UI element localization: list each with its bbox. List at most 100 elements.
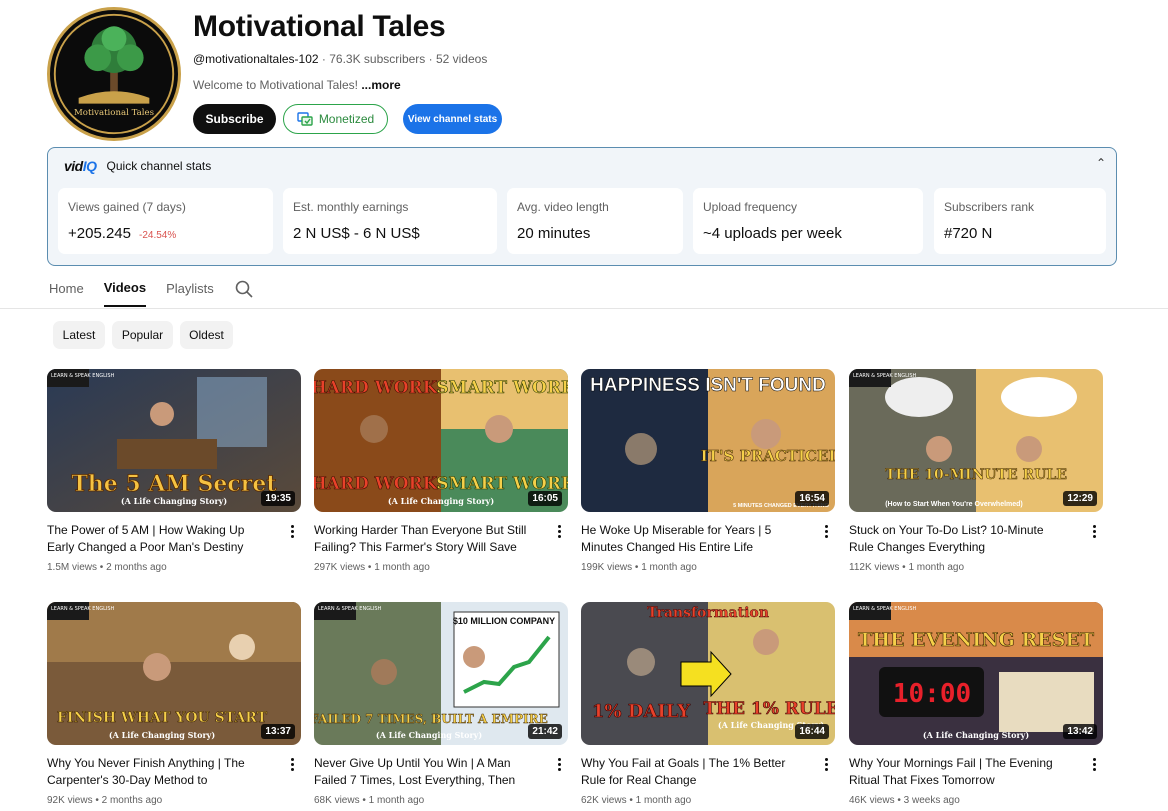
svg-text:(A Life Changing Story): (A Life Changing Story) [923,730,1029,740]
monetized-button[interactable]: Monetized [283,104,388,134]
more-options-icon[interactable] [819,755,833,773]
vidiq-title: Quick channel stats [106,159,212,173]
tab-home[interactable]: Home [49,281,84,306]
video-card[interactable]: HAPPINESS ISN'T FOUND IT'S PRACTICED 5 M… [581,369,835,573]
video-title[interactable]: Why You Never Finish Anything | The Carp… [47,755,269,789]
video-title[interactable]: Stuck on Your To-Do List? 10-Minute Rule… [849,522,1071,556]
stat-card-avg-video-length: Avg. video length 20 minutes [507,188,683,254]
svg-text:(A Life Changing Story): (A Life Changing Story) [121,496,227,506]
video-duration: 13:37 [261,724,295,739]
svg-text:THE 10-MINUTE RULE: THE 10-MINUTE RULE [885,467,1067,483]
video-thumbnail[interactable]: LEARN & SPEAK ENGLISH THE 10-MINUTE RULE… [849,369,1103,512]
description-text: Welcome to Motivational Tales! [193,78,362,92]
video-title[interactable]: The Power of 5 AM | How Waking Up Early … [47,522,269,556]
video-thumbnail[interactable]: Transformation 1% DAILY THE 1% RULE (A L… [581,602,835,745]
video-thumbnail[interactable]: HAPPINESS ISN'T FOUND IT'S PRACTICED 5 M… [581,369,835,512]
video-duration: 16:05 [528,491,562,506]
more-options-icon[interactable] [285,755,299,773]
svg-text:FAILED 7 TIMES, BUILT A EMPIRE: FAILED 7 TIMES, BUILT A EMPIRE [314,712,548,726]
vidiq-header[interactable]: vidIQ Quick channel stats [64,158,211,174]
more-options-icon[interactable] [1087,522,1101,540]
chip-popular[interactable]: Popular [112,321,173,349]
stat-value: +205.245 -24.54% [68,225,177,242]
svg-text:HARD WORK: HARD WORK [314,378,439,398]
svg-text:(A Life Changing Story): (A Life Changing Story) [388,496,494,506]
video-card[interactable]: LEARN & SPEAK ENGLISH FINISH WHAT YOU ST… [47,602,301,806]
stat-card-monthly-earnings: Est. monthly earnings 2 N US$ - 6 N US$ [283,188,497,254]
svg-text:(A Life Changing Story): (A Life Changing Story) [109,730,215,740]
video-thumbnail[interactable]: 10:00 LEARN & SPEAK ENGLISH THE EVENING … [849,602,1103,745]
video-thumbnail[interactable]: LEARN & SPEAK ENGLISH The 5 AM Secret (A… [47,369,301,512]
video-card[interactable]: LEARN & SPEAK ENGLISH THE 10-MINUTE RULE… [849,369,1103,573]
vidiq-quick-stats-panel: vidIQ Quick channel stats ⌃ Views gained… [47,147,1117,266]
channel-name: Motivational Tales [193,10,446,43]
svg-text:10:00: 10:00 [893,679,971,709]
tab-videos[interactable]: Videos [103,280,147,307]
video-meta: 297K views • 1 month ago [314,562,430,573]
video-meta: 92K views • 2 months ago [47,795,163,806]
video-title[interactable]: Why You Fail at Goals | The 1% Better Ru… [581,755,803,789]
more-options-icon[interactable] [1087,755,1101,773]
stat-label: Views gained (7 days) [68,200,186,214]
svg-text:LEARN & SPEAK ENGLISH: LEARN & SPEAK ENGLISH [853,606,917,612]
tabs-divider [0,308,1168,309]
video-duration: 16:44 [795,724,829,739]
more-options-icon[interactable] [819,522,833,540]
video-thumbnail[interactable]: LEARN & SPEAK ENGLISH $10 MILLION COMPAN… [314,602,568,745]
stat-label: Est. monthly earnings [293,200,409,214]
channel-description[interactable]: Welcome to Motivational Tales! ...more [193,78,401,92]
search-icon[interactable] [234,279,254,299]
stat-label: Subscribers rank [944,200,1035,214]
video-meta: 68K views • 1 month ago [314,795,425,806]
channel-stats-text: · 76.3K subscribers · 52 videos [318,52,488,66]
video-meta: 112K views • 1 month ago [849,562,965,573]
more-options-icon[interactable] [285,522,299,540]
video-card[interactable]: LEARN & SPEAK ENGLISH $10 MILLION COMPAN… [314,602,568,806]
stat-card-upload-frequency: Upload frequency ~4 uploads per week [693,188,923,254]
svg-text:LEARN & SPEAK ENGLISH: LEARN & SPEAK ENGLISH [51,606,115,612]
view-channel-stats-button[interactable]: View channel stats [403,104,502,134]
channel-tabs: Home Videos Playlists [49,280,254,307]
tab-playlists[interactable]: Playlists [166,281,214,306]
collapse-chevron-icon[interactable]: ⌃ [1096,156,1106,170]
stat-value: #720 N [944,225,993,242]
video-title[interactable]: He Woke Up Miserable for Years | 5 Minut… [581,522,803,556]
video-title[interactable]: Working Harder Than Everyone But Still F… [314,522,536,556]
svg-text:1% DAILY: 1% DAILY [592,701,691,722]
video-duration: 21:42 [528,724,562,739]
svg-text:LEARN & SPEAK ENGLISH: LEARN & SPEAK ENGLISH [318,606,382,612]
video-duration: 12:29 [1063,491,1097,506]
svg-text:LEARN & SPEAK ENGLISH: LEARN & SPEAK ENGLISH [853,373,917,379]
svg-text:LEARN & SPEAK ENGLISH: LEARN & SPEAK ENGLISH [51,373,115,379]
chip-oldest[interactable]: Oldest [180,321,233,349]
svg-text:The 5 AM Secret: The 5 AM Secret [71,471,277,497]
more-options-icon[interactable] [552,522,566,540]
channel-avatar[interactable]: Motivational Tales [47,7,181,141]
stat-value: 2 N US$ - 6 N US$ [293,225,420,242]
video-thumbnail[interactable]: LEARN & SPEAK ENGLISH FINISH WHAT YOU ST… [47,602,301,745]
video-card[interactable]: 10:00 LEARN & SPEAK ENGLISH THE EVENING … [849,602,1103,806]
chip-latest[interactable]: Latest [53,321,105,349]
stat-value: ~4 uploads per week [703,225,842,242]
video-card[interactable]: HARD WORK SMART WORK HARD WORK SMART WOR… [314,369,568,573]
stat-card-subscribers-rank: Subscribers rank #720 N [934,188,1106,254]
video-title[interactable]: Never Give Up Until You Win | A Man Fail… [314,755,536,789]
stat-delta: -24.54% [138,230,177,241]
video-card[interactable]: LEARN & SPEAK ENGLISH The 5 AM Secret (A… [47,369,301,573]
channel-meta: @motivationaltales-102 · 76.3K subscribe… [193,52,487,66]
avatar-text: Motivational Tales [74,108,154,118]
svg-text:HARD WORK: HARD WORK [314,474,439,494]
video-meta: 62K views • 1 month ago [581,795,692,806]
video-duration: 16:54 [795,491,829,506]
monetized-icon [297,112,313,126]
video-thumbnail[interactable]: HARD WORK SMART WORK HARD WORK SMART WOR… [314,369,568,512]
video-card[interactable]: Transformation 1% DAILY THE 1% RULE (A L… [581,602,835,806]
svg-text:$10 MILLION COMPANY: $10 MILLION COMPANY [453,616,555,626]
more-link[interactable]: ...more [361,78,400,92]
vidiq-logo: vidIQ [64,158,97,174]
subscribe-button[interactable]: Subscribe [193,104,276,134]
svg-text:SMART WORK: SMART WORK [436,378,568,398]
more-options-icon[interactable] [552,755,566,773]
video-title[interactable]: Why Your Mornings Fail | The Evening Rit… [849,755,1071,789]
svg-text:THE 1% RULE: THE 1% RULE [703,699,835,719]
